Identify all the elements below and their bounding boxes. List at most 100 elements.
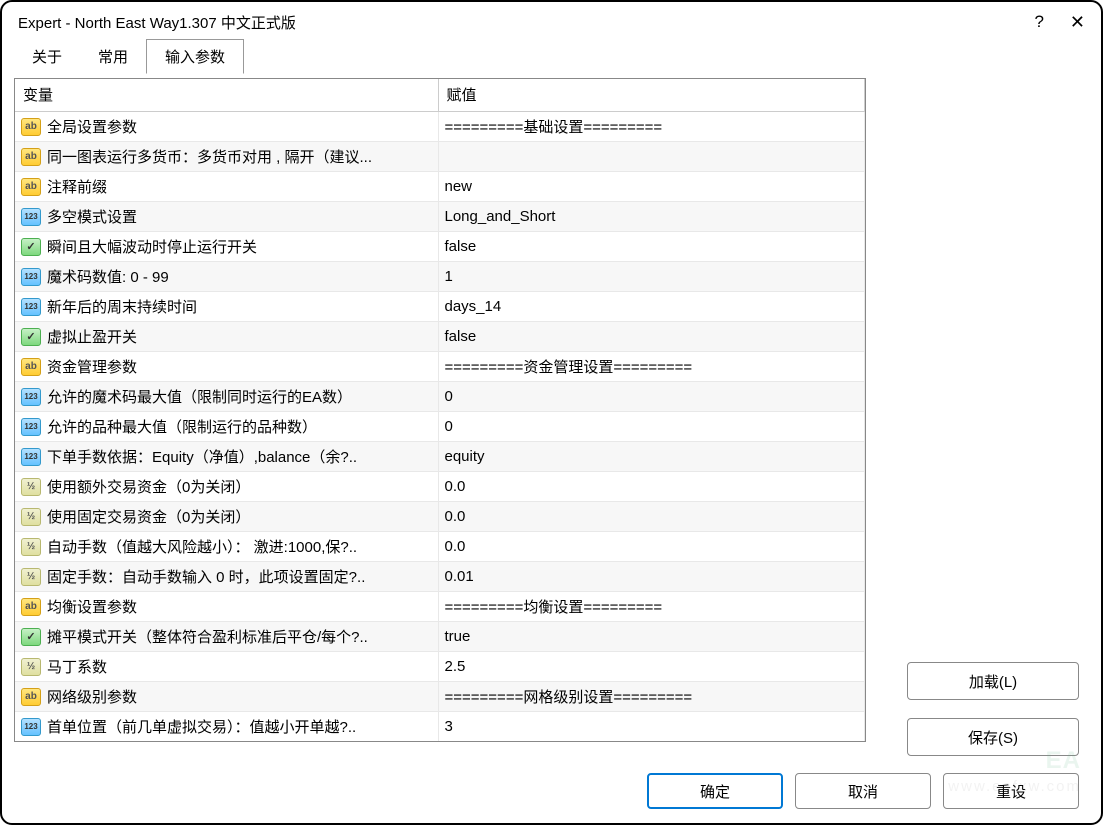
type-icon — [21, 478, 41, 496]
dialog-window: Expert - North East Way1.307 中文正式版 ? ✕ 关… — [0, 0, 1103, 825]
value-cell[interactable]: 0.0 — [438, 502, 865, 532]
bottom-buttons: 确定 取消 重设 — [647, 773, 1079, 809]
value-cell[interactable]: =========网格级别设置========= — [438, 682, 865, 712]
table-row[interactable]: 全局设置参数 =========基础设置========= — [15, 112, 865, 142]
tab-inputs[interactable]: 输入参数 — [146, 39, 244, 74]
table-row[interactable]: 瞬间且大幅波动时停止运行开关 false — [15, 232, 865, 262]
variable-label: 首单位置（前几单虚拟交易）：值越小开单越?.. — [47, 716, 356, 737]
variable-label: 允许的品种最大值（限制运行的品种数） — [47, 416, 317, 437]
variable-label: 注释前缀 — [47, 176, 107, 197]
header-variable[interactable]: 变量 — [15, 79, 438, 112]
table-row[interactable]: 下单手数依据：Equity（净值）,balance（余?.. equity — [15, 442, 865, 472]
tab-common[interactable]: 常用 — [80, 40, 146, 73]
variable-label: 摊平模式开关（整体符合盈利标准后平仓/每个?.. — [47, 626, 368, 647]
variable-label: 魔术码数值: 0 - 99 — [47, 266, 169, 287]
help-icon[interactable]: ? — [1034, 12, 1043, 32]
variable-label: 固定手数：自动手数输入 0 时，此项设置固定?.. — [47, 566, 365, 587]
type-icon — [21, 418, 41, 436]
table-row[interactable]: 允许的魔术码最大值（限制同时运行的EA数） 0 — [15, 382, 865, 412]
load-button[interactable]: 加载(L) — [907, 662, 1079, 700]
value-cell[interactable]: false — [438, 322, 865, 352]
variable-label: 全局设置参数 — [47, 116, 137, 137]
variable-label: 虚拟止盈开关 — [47, 326, 137, 347]
header-value[interactable]: 赋值 — [438, 79, 865, 112]
table-row[interactable]: 网络级别参数=========网格级别设置========= — [15, 682, 865, 712]
value-cell[interactable] — [438, 142, 865, 172]
value-cell[interactable]: equity — [438, 442, 865, 472]
type-icon — [21, 388, 41, 406]
type-icon — [21, 118, 41, 136]
value-cell[interactable]: 2.5 — [438, 652, 865, 682]
value-cell[interactable]: 0.01 — [438, 562, 865, 592]
type-icon — [21, 568, 41, 586]
table-row[interactable]: 资金管理参数 =========资金管理设置========= — [15, 352, 865, 382]
type-icon — [21, 508, 41, 526]
type-icon — [21, 538, 41, 556]
type-icon — [21, 268, 41, 286]
table-row[interactable]: 摊平模式开关（整体符合盈利标准后平仓/每个?.. true — [15, 622, 865, 652]
value-cell[interactable]: new — [438, 172, 865, 202]
type-icon — [21, 628, 41, 646]
table-row[interactable]: 首单位置（前几单虚拟交易）：值越小开单越?.. 3 — [15, 712, 865, 742]
table-row[interactable]: 允许的品种最大值（限制运行的品种数） 0 — [15, 412, 865, 442]
table-row[interactable]: 均衡设置参数 =========均衡设置========= — [15, 592, 865, 622]
variable-label: 多空模式设置 — [47, 206, 137, 227]
value-cell[interactable]: 0 — [438, 382, 865, 412]
ok-button[interactable]: 确定 — [647, 773, 783, 809]
variable-label: 下单手数依据：Equity（净值）,balance（余?.. — [47, 446, 357, 467]
table-row[interactable]: 虚拟止盈开关 false — [15, 322, 865, 352]
variable-label: 资金管理参数 — [47, 356, 137, 377]
table-row[interactable]: 使用额外交易资金（0为关闭） 0.0 — [15, 472, 865, 502]
table-row[interactable]: 使用固定交易资金（0为关闭） 0.0 — [15, 502, 865, 532]
variable-label: 自动手数（值越大风险越小）： 激进:1000,保?.. — [47, 536, 357, 557]
value-cell[interactable]: 0.0 — [438, 472, 865, 502]
type-icon — [21, 658, 41, 676]
value-cell[interactable]: =========均衡设置========= — [438, 592, 865, 622]
value-cell[interactable]: true — [438, 622, 865, 652]
type-icon — [21, 148, 41, 166]
value-cell[interactable]: 1 — [438, 262, 865, 292]
table-row[interactable]: 多空模式设置 Long_and_Short — [15, 202, 865, 232]
tab-about[interactable]: 关于 — [14, 40, 80, 73]
content-area: 变量 赋值 全局设置参数 =========基础设置========= 同一图表运行… — [2, 74, 878, 754]
variable-label: 马丁系数 — [47, 656, 107, 677]
tab-bar: 关于 常用 输入参数 — [2, 42, 1101, 74]
variable-label: 瞬间且大幅波动时停止运行开关 — [47, 236, 257, 257]
value-cell[interactable]: 0 — [438, 412, 865, 442]
table-row[interactable]: 魔术码数值: 0 - 99 1 — [15, 262, 865, 292]
table-row[interactable]: 马丁系数 2.5 — [15, 652, 865, 682]
save-button[interactable]: 保存(S) — [907, 718, 1079, 756]
value-cell[interactable]: days_14 — [438, 292, 865, 322]
titlebar-controls: ? ✕ — [1034, 12, 1085, 33]
parameter-table[interactable]: 变量 赋值 全局设置参数 =========基础设置========= 同一图表运行… — [15, 79, 865, 742]
value-cell[interactable]: =========资金管理设置========= — [438, 352, 865, 382]
side-buttons: 加载(L) 保存(S) — [907, 662, 1079, 756]
value-cell[interactable]: =========基础设置========= — [438, 112, 865, 142]
cancel-button[interactable]: 取消 — [795, 773, 931, 809]
variable-label: 允许的魔术码最大值（限制同时运行的EA数） — [47, 386, 352, 407]
type-icon — [21, 358, 41, 376]
table-row[interactable]: 同一图表运行多货币：多货币对用 , 隔开（建议... — [15, 142, 865, 172]
table-row[interactable]: 注释前缀 new — [15, 172, 865, 202]
variable-label: 使用固定交易资金（0为关闭） — [47, 506, 250, 527]
table-row[interactable]: 新年后的周末持续时间days_14 — [15, 292, 865, 322]
table-row[interactable]: 自动手数（值越大风险越小）： 激进:1000,保?.. 0.0 — [15, 532, 865, 562]
type-icon — [21, 598, 41, 616]
type-icon — [21, 208, 41, 226]
close-icon[interactable]: ✕ — [1070, 12, 1085, 33]
value-cell[interactable]: Long_and_Short — [438, 202, 865, 232]
window-title: Expert - North East Way1.307 中文正式版 — [18, 12, 1034, 33]
type-icon — [21, 178, 41, 196]
type-icon — [21, 688, 41, 706]
variable-label: 同一图表运行多货币：多货币对用 , 隔开（建议... — [47, 146, 372, 167]
value-cell[interactable]: false — [438, 232, 865, 262]
reset-button[interactable]: 重设 — [943, 773, 1079, 809]
variable-label: 均衡设置参数 — [47, 596, 137, 617]
value-cell[interactable]: 0.0 — [438, 532, 865, 562]
value-cell[interactable]: 3 — [438, 712, 865, 742]
titlebar: Expert - North East Way1.307 中文正式版 ? ✕ — [2, 2, 1101, 42]
variable-label: 使用额外交易资金（0为关闭） — [47, 476, 250, 497]
table-row[interactable]: 固定手数：自动手数输入 0 时，此项设置固定?.. 0.01 — [15, 562, 865, 592]
parameter-table-wrapper: 变量 赋值 全局设置参数 =========基础设置========= 同一图表运行… — [14, 78, 866, 742]
type-icon — [21, 718, 41, 736]
